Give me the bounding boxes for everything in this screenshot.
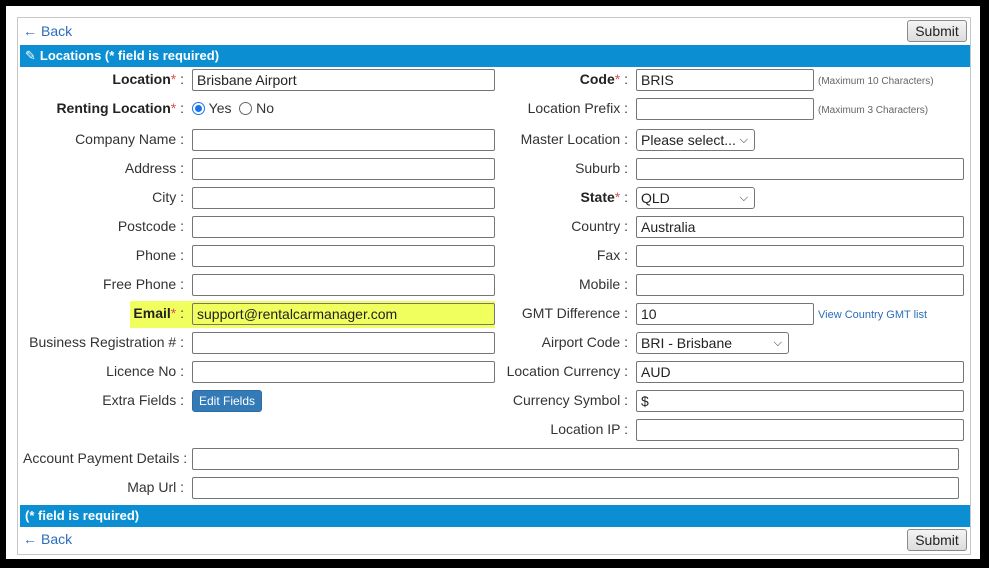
back-link-bottom[interactable]: ← Back [23,531,72,547]
renting-location-label: Renting Location* : [56,100,184,116]
code-hint: (Maximum 10 Characters) [818,76,934,87]
locations-form-panel: ← Back Submit ✎ Locations (* field is requ… [17,17,971,555]
email-input[interactable]: support@rentalcarmanager.com [192,303,495,325]
state-label: State* : [580,189,628,205]
master-location-select[interactable]: Please select... ⌵ [636,129,755,151]
mobile-input[interactable] [636,274,964,296]
state-select[interactable]: QLD ⌵ [636,187,755,209]
map-url-input[interactable] [192,477,959,499]
location-ip-label: Location IP : [550,421,628,437]
form-header-bar: ✎ Locations (* field is required) [20,45,970,67]
map-url-label: Map Url : [127,479,184,495]
window-frame-bottom [0,559,989,568]
back-label: Back [41,531,73,547]
postcode-label: Postcode : [117,218,184,234]
business-registration-label: Business Registration # : [29,334,184,350]
gmt-difference-input[interactable]: 10 [636,303,814,325]
code-label: Code* : [579,71,628,87]
form-footer-bar: (* field is required) [20,505,970,527]
company-name-label: Company Name : [75,131,184,147]
submit-button-bottom[interactable]: Submit [907,529,967,551]
window-frame-right [980,0,989,568]
back-label: Back [41,23,73,39]
extra-fields-label: Extra Fields : [102,392,184,408]
city-label: City : [152,189,184,205]
location-ip-input[interactable] [636,419,964,441]
form-footer-note: (* field is required) [25,508,140,523]
country-input[interactable]: Australia [636,216,964,238]
window-frame-left [0,0,6,568]
currency-symbol-label: Currency Symbol : [512,392,628,408]
code-input[interactable]: BRIS [636,69,814,91]
fax-input[interactable] [636,245,964,267]
chevron-down-icon: ⌵ [739,192,748,204]
mobile-label: Mobile : [578,276,628,292]
renting-location-yes-radio[interactable] [192,102,205,115]
business-registration-input[interactable] [192,332,495,354]
free-phone-input[interactable] [192,274,495,296]
currency-symbol-input[interactable]: $ [636,390,964,412]
licence-no-label: Licence No : [106,363,184,379]
free-phone-label: Free Phone : [103,276,184,292]
city-input[interactable] [192,187,495,209]
email-label: Email* : [133,305,184,321]
chevron-down-icon: ⌵ [739,134,748,146]
arrow-left-icon: ← [23,531,37,547]
company-name-input[interactable] [192,129,495,151]
phone-label: Phone : [135,247,184,263]
edit-fields-button[interactable]: Edit Fields [192,390,263,412]
phone-input[interactable] [192,245,495,267]
address-input[interactable] [192,158,495,180]
location-prefix-label: Location Prefix : [527,100,628,116]
gmt-difference-label: GMT Difference : [521,305,628,321]
location-prefix-hint: (Maximum 3 Characters) [818,105,929,116]
location-currency-input[interactable]: AUD [636,361,964,383]
airport-code-label: Airport Code : [541,334,628,350]
postcode-input[interactable] [192,216,495,238]
renting-location-yes-label: Yes [208,100,232,116]
back-link-top[interactable]: ← Back [23,23,72,39]
airport-code-value: BRI - Brisbane [641,335,733,351]
licence-no-input[interactable] [192,361,495,383]
location-currency-label: Location Currency : [506,363,628,379]
pencil-icon: ✎ [25,48,36,63]
suburb-input[interactable] [636,158,964,180]
master-location-label: Master Location : [520,131,628,147]
master-location-value: Please select... [641,132,736,148]
renting-location-no-radio[interactable] [239,102,253,115]
country-label: Country : [571,218,628,234]
account-payment-details-input[interactable] [192,448,959,470]
location-input[interactable]: Brisbane Airport [192,69,495,91]
address-label: Address : [124,160,184,176]
renting-location-no-label: No [256,100,275,116]
location-label: Location* : [112,71,184,87]
account-payment-details-label: Account Payment Details : [23,450,188,466]
window-frame-top [0,0,989,6]
renting-location-radio-group: Yes No [192,100,274,116]
chevron-down-icon: ⌵ [773,337,782,349]
submit-button-top[interactable]: Submit [907,20,967,42]
fax-label: Fax : [596,247,628,263]
state-value: QLD [641,190,670,206]
form-header-title: Locations (* field is required) [39,48,220,63]
view-gmt-list-link[interactable]: View Country GMT list [818,309,927,321]
arrow-left-icon: ← [23,23,37,39]
suburb-label: Suburb : [575,160,628,176]
location-prefix-input[interactable] [636,98,814,120]
airport-code-select[interactable]: BRI - Brisbane ⌵ [636,332,789,354]
